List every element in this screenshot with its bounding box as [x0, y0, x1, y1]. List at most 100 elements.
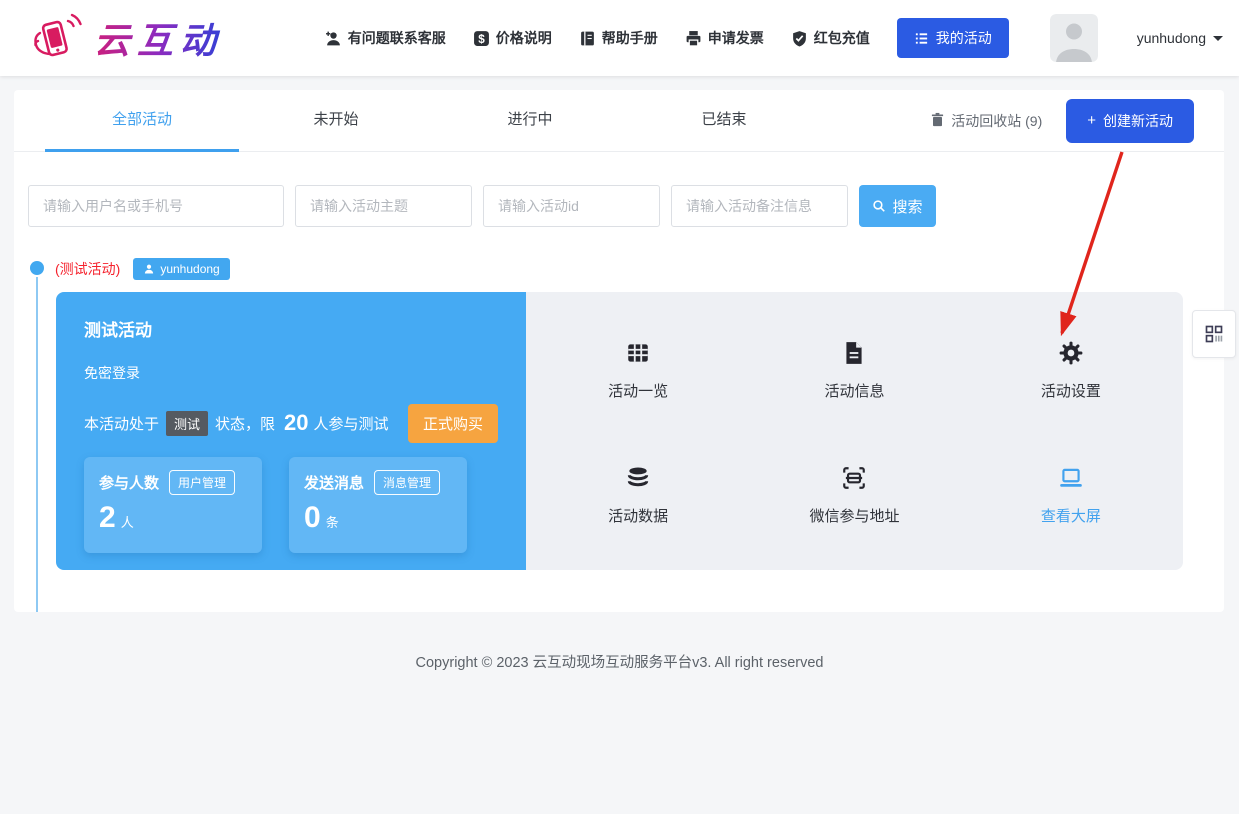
- activity-summary-panel: 测试活动 免密登录 本活动处于 测试 状态，限 20 人参与测试 正式购买 参与…: [56, 292, 526, 570]
- nav-label: 价格说明: [496, 28, 552, 48]
- search-button-label: 搜索: [892, 196, 922, 217]
- my-activities-button[interactable]: 我的活动: [897, 18, 1009, 58]
- nav-help-manual[interactable]: 帮助手册: [579, 28, 658, 48]
- activity-list-item: (测试活动) yunhudong 测试活动 免密登录 本活动处于 测试 状态，限…: [14, 258, 1224, 612]
- username-phone-input[interactable]: [28, 185, 284, 227]
- nav-request-invoice[interactable]: 申请发票: [685, 28, 764, 48]
- activity-id-input[interactable]: [483, 185, 660, 227]
- activity-owner-name: yunhudong: [160, 262, 219, 276]
- participants-stat-box[interactable]: 参与人数 用户管理 2 人: [84, 457, 262, 553]
- document-icon: [841, 336, 867, 366]
- screen-icon: [1058, 461, 1084, 491]
- tab-ended[interactable]: 已结束: [627, 90, 821, 152]
- dollar-icon: $: [473, 30, 490, 47]
- action-label: 活动设置: [1041, 380, 1101, 401]
- nav-label: 申请发票: [708, 28, 764, 48]
- qr-scan-icon: [841, 461, 867, 491]
- database-icon: [625, 461, 651, 491]
- activity-subtitle: 免密登录: [84, 363, 498, 383]
- action-label: 查看大屏: [1041, 505, 1101, 526]
- activity-row-head: (测试活动) yunhudong: [55, 258, 1224, 280]
- status-limit-number: 20: [284, 410, 308, 436]
- username: yunhudong: [1137, 30, 1206, 46]
- action-label: 微信参与地址: [809, 505, 899, 526]
- create-activity-button[interactable]: + 创建新活动: [1066, 99, 1194, 143]
- tab-not-started[interactable]: 未开始: [239, 90, 433, 152]
- tab-in-progress[interactable]: 进行中: [433, 90, 627, 152]
- nav-pricing[interactable]: $ 价格说明: [473, 28, 552, 48]
- person-icon: [143, 263, 155, 275]
- nav-redpacket-recharge[interactable]: 红包充值: [791, 28, 870, 48]
- person-plus-icon: [325, 30, 342, 47]
- chevron-down-icon: [1213, 36, 1223, 41]
- my-activities-label: 我的活动: [936, 28, 992, 48]
- nav-label: 红包充值: [814, 28, 870, 48]
- stat-label: 参与人数: [99, 472, 159, 493]
- activity-status-row: 本活动处于 测试 状态，限 20 人参与测试 正式购买: [84, 405, 498, 441]
- activity-stats-row: 参与人数 用户管理 2 人 发送消息 消息管理: [84, 457, 498, 553]
- timeline-line: [36, 277, 38, 612]
- message-management-badge[interactable]: 消息管理: [374, 470, 440, 495]
- trash-icon: [930, 112, 945, 130]
- recycle-bin-label: 活动回收站 (9): [951, 111, 1042, 131]
- activity-topic-input[interactable]: [295, 185, 472, 227]
- footer-copyright: Copyright © 2023 云互动现场互动服务平台v3. All righ…: [0, 651, 1239, 672]
- stat-label: 发送消息: [304, 472, 364, 493]
- nav-contact-support[interactable]: 有问题联系客服: [325, 28, 446, 48]
- action-wechat-join-address[interactable]: 微信参与地址: [746, 431, 962, 556]
- shield-check-icon: [791, 30, 808, 47]
- plus-icon: +: [1087, 112, 1096, 129]
- grid-list-toggle-icon: [1204, 324, 1224, 344]
- book-icon: [579, 30, 596, 47]
- brand-logo[interactable]: 云互动: [28, 11, 223, 66]
- create-activity-label: 创建新活动: [1103, 111, 1173, 131]
- activity-tabs: 全部活动 未开始 进行中 已结束 活动回收站 (9) + 创建新活动: [14, 90, 1224, 152]
- view-mode-toggle[interactable]: [1192, 310, 1236, 358]
- activity-actions-grid: 活动一览 活动信息 活动设置: [526, 292, 1183, 570]
- main-panel: 全部活动 未开始 进行中 已结束 活动回收站 (9) + 创建新活动 搜索: [14, 90, 1224, 612]
- brand-name: 云互动: [94, 12, 223, 64]
- list-icon: [914, 31, 929, 46]
- printer-icon: [685, 30, 702, 47]
- action-label: 活动信息: [824, 380, 884, 401]
- action-view-big-screen[interactable]: 查看大屏: [963, 431, 1179, 556]
- messages-stat-box[interactable]: 发送消息 消息管理 0 条: [289, 457, 467, 553]
- activity-note-input[interactable]: [671, 185, 848, 227]
- status-badge: 测试: [166, 411, 208, 436]
- hand-phone-logo-icon: [28, 11, 86, 66]
- user-avatar[interactable]: [1050, 14, 1098, 62]
- action-activity-data[interactable]: 活动数据: [530, 431, 746, 556]
- header-nav: 有问题联系客服 $ 价格说明 帮助手册 申请发票 红包充值: [325, 14, 1223, 62]
- activity-title: 测试活动: [84, 316, 498, 341]
- app-header: 云互动 有问题联系客服 $ 价格说明 帮助手册 申请发票: [0, 0, 1239, 76]
- stat-unit: 条: [326, 512, 339, 531]
- svg-text:$: $: [478, 32, 485, 45]
- nav-label: 有问题联系客服: [348, 28, 446, 48]
- grid-icon: [625, 336, 651, 366]
- tab-all-activities[interactable]: 全部活动: [45, 90, 239, 152]
- gear-icon: [1058, 336, 1084, 366]
- search-icon: [872, 199, 886, 213]
- search-button[interactable]: 搜索: [859, 185, 936, 227]
- status-suffix: 人参与测试: [314, 413, 389, 434]
- official-purchase-button[interactable]: 正式购买: [408, 404, 498, 443]
- timeline-dot: [30, 261, 44, 275]
- status-prefix: 本活动处于: [84, 413, 159, 434]
- action-activity-settings[interactable]: 活动设置: [963, 306, 1179, 431]
- stat-unit: 人: [121, 512, 134, 531]
- stat-value: 0: [304, 501, 321, 535]
- status-mid: 状态，限: [215, 413, 275, 434]
- activity-card: 测试活动 免密登录 本活动处于 测试 状态，限 20 人参与测试 正式购买 参与…: [56, 292, 1183, 570]
- activity-owner-badge[interactable]: yunhudong: [133, 258, 229, 280]
- stat-value: 2: [99, 501, 116, 535]
- activity-type-tag: (测试活动): [55, 259, 120, 279]
- nav-label: 帮助手册: [602, 28, 658, 48]
- search-filter-bar: 搜索: [28, 185, 1224, 227]
- recycle-bin-link[interactable]: 活动回收站 (9): [930, 111, 1042, 131]
- action-activity-overview[interactable]: 活动一览: [530, 306, 746, 431]
- user-menu[interactable]: yunhudong: [1137, 30, 1223, 46]
- user-management-badge[interactable]: 用户管理: [169, 470, 235, 495]
- action-activity-info[interactable]: 活动信息: [746, 306, 962, 431]
- action-label: 活动一览: [608, 380, 668, 401]
- action-label: 活动数据: [608, 505, 668, 526]
